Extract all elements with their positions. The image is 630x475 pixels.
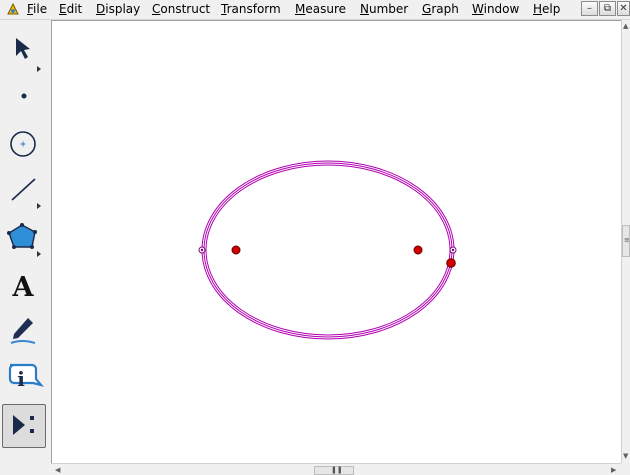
menu-construct[interactable]: Construct [152,2,210,17]
menu-label-rest: dit [66,2,83,16]
vertex-point-right-dot [451,248,455,252]
menu-accelerator: W [472,2,484,16]
menu-window[interactable]: Window [472,2,519,17]
compass-tool[interactable] [2,122,46,166]
close-button[interactable]: ✕ [617,1,630,16]
information-tool[interactable]: i [2,356,46,400]
scroll-left-icon[interactable]: ◀ [55,466,60,474]
menu-accelerator: N [360,2,369,16]
menu-file[interactable]: File [27,2,47,17]
text-icon: A [12,272,35,303]
marker-tool[interactable] [2,310,46,354]
arrow-icon [16,38,41,72]
menu-bar: File Edit Display Construct Transform Measure… [0,0,630,20]
horizontal-scrollbar[interactable]: ◀ ❚❚ ▶ [51,463,621,475]
minimize-button[interactable]: – [581,1,598,16]
menu-graph[interactable]: Graph [422,2,459,17]
menu-accelerator: G [422,2,432,16]
vertex-point-left-dot [200,248,204,252]
scroll-up-icon[interactable]: ▲ [623,22,628,30]
focus-point-right[interactable] [413,245,423,255]
menu-label-rest: ile [33,2,48,16]
menu-transform[interactable]: Transform [221,2,281,17]
grip-icon: ❚❚ [331,466,343,474]
menu-label-rest: isplay [105,2,141,16]
point-icon [21,93,27,99]
marker-icon [10,318,36,344]
info-tool-glyph: i [17,367,25,391]
straightedge-tool[interactable] [2,168,46,212]
menu-label-rest: raph [431,2,459,16]
focus-point-left[interactable] [231,245,241,255]
text-tool-glyph: A [12,272,35,303]
vertical-scroll-thumb[interactable]: ≡ [622,225,630,257]
info-icon: i [8,363,45,391]
menu-accelerator: H [533,2,543,16]
grip-icon: ≡ [624,236,630,244]
sketch-drawing [198,160,457,340]
menu-label-rest: indow [483,2,520,16]
toolbox: A i [0,20,50,475]
app-icon[interactable] [6,2,20,16]
polygon-tool[interactable] [2,216,46,260]
menu-display[interactable]: Display [96,2,140,17]
horizontal-scroll-thumb[interactable]: ❚❚ [314,466,354,475]
sketch-canvas[interactable] [51,20,621,463]
restore-button[interactable]: ⧉ [599,1,616,16]
moving-point[interactable] [446,258,456,268]
segment-icon [11,178,41,209]
menu-edit[interactable]: Edit [59,2,82,17]
menu-label-rest: ransform [226,2,281,16]
menu-label-rest: umber [368,2,409,16]
menu-label-rest: elp [542,2,561,16]
menu-label-rest: easure [305,2,347,16]
polygon-icon [7,223,41,257]
menu-help[interactable]: Help [533,2,560,17]
vertical-scrollbar[interactable]: ▲ ≡ ▼ [621,20,630,463]
arrow-tool[interactable] [2,28,46,72]
custom-tools-icon [13,415,34,435]
menu-accelerator: D [96,2,106,16]
menu-label-rest: onstruct [160,2,211,16]
point-tool[interactable] [2,76,46,120]
scroll-right-icon[interactable]: ▶ [611,466,616,474]
custom-tool[interactable] [2,404,46,448]
scroll-down-icon[interactable]: ▼ [623,452,628,460]
menu-accelerator: E [59,2,67,16]
menu-number[interactable]: Number [360,2,408,17]
circle-icon [10,131,36,157]
menu-accelerator: M [295,2,306,16]
menu-measure[interactable]: Measure [295,2,346,17]
text-tool[interactable]: A [2,264,46,308]
